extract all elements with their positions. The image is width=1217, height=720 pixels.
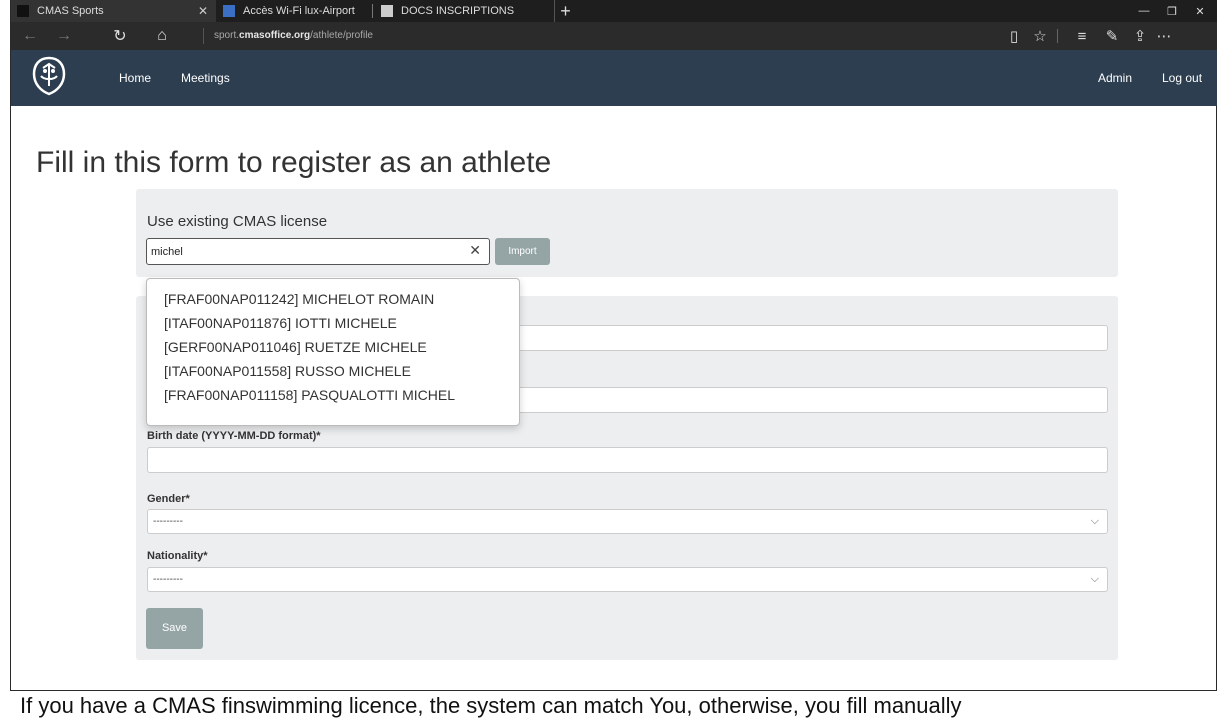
url-field[interactable]: sport.cmasoffice.org/athlete/profile xyxy=(203,28,373,44)
minimize-button[interactable]: — xyxy=(1131,0,1157,22)
site-navbar: Home Meetings Admin Log out xyxy=(11,50,1217,106)
back-icon[interactable]: ← xyxy=(15,22,45,50)
browser-tab-bar: CMAS Sports ✕ Accès Wi-Fi lux-Airport DO… xyxy=(11,0,1217,22)
nav-logout-link[interactable]: Log out xyxy=(1162,50,1202,106)
close-tab-icon[interactable]: ✕ xyxy=(198,4,208,18)
license-heading: Use existing CMAS license xyxy=(147,213,328,230)
nav-admin-link[interactable]: Admin xyxy=(1098,50,1132,106)
clear-search-icon[interactable]: ✕ xyxy=(469,242,481,259)
share-icon[interactable]: ⇪ xyxy=(1127,22,1153,50)
import-button[interactable]: Import xyxy=(495,238,550,265)
tab-title: CMAS Sports xyxy=(37,5,104,17)
chevron-down-icon: ⌵ xyxy=(1090,573,1099,585)
gender-selected-value: --------- xyxy=(153,516,183,527)
birth-date-label: Birth date (YYYY-MM-DD format)* xyxy=(147,430,321,442)
refresh-icon[interactable]: ↻ xyxy=(105,22,135,50)
suggestion-item[interactable]: [FRAF00NAP011158] PASQUALOTTI MICHEL xyxy=(147,383,519,407)
docs-favicon-icon xyxy=(381,5,393,17)
license-search-input[interactable] xyxy=(151,239,461,264)
birth-date-field[interactable] xyxy=(147,447,1108,473)
nationality-select[interactable]: --------- ⌵ xyxy=(147,567,1108,592)
chevron-down-icon: ⌵ xyxy=(1090,515,1099,527)
favorite-star-icon[interactable]: ☆ xyxy=(1027,22,1053,50)
reading-view-icon[interactable]: ▯ xyxy=(1001,22,1027,50)
caption-divider xyxy=(10,690,1217,691)
license-search-box: ✕ xyxy=(146,238,490,265)
gender-select[interactable]: --------- ⌵ xyxy=(147,509,1108,534)
new-tab-button[interactable]: + xyxy=(554,0,576,22)
nationality-selected-value: --------- xyxy=(153,574,183,585)
nationality-label: Nationality* xyxy=(147,550,208,562)
suggestion-item[interactable]: [ITAF00NAP011876] IOTTI MICHELE xyxy=(147,311,519,335)
suggestion-item[interactable]: [FRAF00NAP011242] MICHELOT ROMAIN xyxy=(147,287,519,311)
tab-cmas-sports[interactable]: CMAS Sports ✕ xyxy=(11,0,216,22)
close-window-button[interactable]: ✕ xyxy=(1187,0,1213,22)
tab-title: Accès Wi-Fi lux-Airport xyxy=(243,5,355,17)
tab-separator xyxy=(372,4,373,18)
caption-text: If you have a CMAS finswimming licence, … xyxy=(20,693,962,718)
toolbar-separator xyxy=(1057,29,1058,43)
forward-icon[interactable]: → xyxy=(49,22,79,50)
save-button[interactable]: Save xyxy=(146,608,203,649)
page-title: Fill in this form to register as an athl… xyxy=(36,146,552,179)
tab-wifi[interactable]: Accès Wi-Fi lux-Airport xyxy=(217,0,367,22)
hub-icon[interactable]: ≡ xyxy=(1069,22,1095,50)
wifi-favicon-icon xyxy=(223,5,235,17)
address-bar: ← → ↻ ⌂ sport.cmasoffice.org/athlete/pro… xyxy=(11,22,1217,50)
maximize-button[interactable]: ❐ xyxy=(1159,0,1185,22)
tab-title: DOCS INSCRIPTIONS xyxy=(401,5,515,17)
suggestion-item[interactable]: [GERF00NAP011046] RUETZE MICHELE xyxy=(147,335,519,359)
tab-docs[interactable]: DOCS INSCRIPTIONS xyxy=(375,0,550,22)
nav-meetings-link[interactable]: Meetings xyxy=(181,50,230,106)
more-icon[interactable]: ⋯ xyxy=(1151,22,1177,50)
nav-home-link[interactable]: Home xyxy=(119,50,151,106)
suggestion-item[interactable]: [ITAF00NAP011558] RUSSO MICHELE xyxy=(147,359,519,383)
site-favicon-icon xyxy=(17,5,29,17)
gender-label: Gender* xyxy=(147,493,190,505)
cmas-logo-icon[interactable] xyxy=(31,56,67,96)
web-note-icon[interactable]: ✎ xyxy=(1099,22,1125,50)
home-icon[interactable]: ⌂ xyxy=(147,22,177,50)
license-suggestions-dropdown: [FRAF00NAP011242] MICHELOT ROMAIN [ITAF0… xyxy=(146,278,520,426)
